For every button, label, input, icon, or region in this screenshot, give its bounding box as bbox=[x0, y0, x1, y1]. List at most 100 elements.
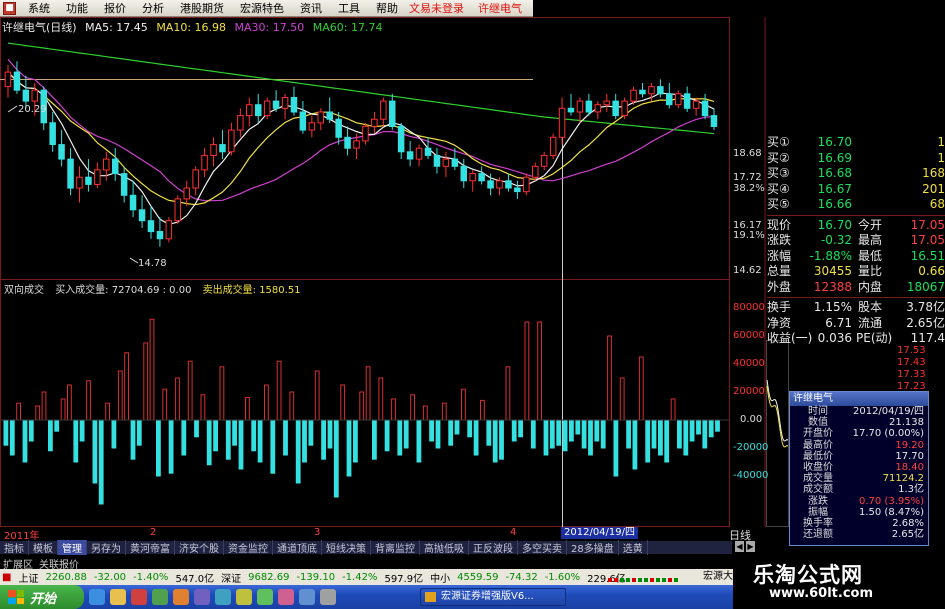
mail-icon[interactable] bbox=[299, 589, 315, 605]
candle-body bbox=[451, 158, 459, 167]
ma30-label: MA30: 17.50 bbox=[234, 21, 305, 34]
player-icon[interactable] bbox=[278, 589, 294, 605]
tool-icon[interactable] bbox=[257, 589, 273, 605]
tab-item[interactable]: 通道顶底 bbox=[273, 540, 322, 555]
candle-body bbox=[246, 104, 253, 117]
menu-item-help[interactable]: 帮助 bbox=[368, 0, 406, 16]
bid-volume: 68 bbox=[929, 197, 945, 211]
popup-key: 收盘价 bbox=[803, 461, 833, 473]
sell-volume-bar bbox=[3, 419, 9, 446]
buy-volume-bar bbox=[524, 321, 530, 421]
candle-body bbox=[120, 173, 128, 196]
popup-key: 涨跌 bbox=[808, 495, 828, 507]
tab-item[interactable]: 选黄 bbox=[619, 540, 648, 555]
scroll-left-icon[interactable]: ◀ bbox=[735, 541, 744, 552]
bid-price: 16.66 bbox=[817, 197, 852, 211]
sell-volume-bar bbox=[206, 419, 212, 466]
network-icon[interactable] bbox=[215, 589, 231, 605]
candle-body bbox=[219, 144, 226, 153]
media-icon[interactable] bbox=[131, 589, 147, 605]
candle-body bbox=[621, 100, 628, 117]
sell-volume-bar bbox=[613, 419, 619, 477]
tab-item[interactable]: 资金监控 bbox=[224, 540, 273, 555]
price-axis-label: 18.68 bbox=[733, 148, 762, 159]
sell-volume-bar bbox=[130, 419, 136, 460]
menu-item-hk-futures[interactable]: 港股期货 bbox=[172, 0, 232, 16]
volume-chart-title: 双向成交 买入成交量: 72704.69 : 0.00 卖出成交量: 1580.… bbox=[4, 281, 309, 296]
buy-volume-bar bbox=[200, 394, 206, 421]
sell-volume-bar bbox=[702, 419, 708, 449]
bid-price: 16.67 bbox=[817, 181, 852, 196]
stat-row: 现价 16.70 今开 17.05 bbox=[767, 218, 945, 234]
app-icon[interactable] bbox=[194, 589, 210, 605]
menu-item-system[interactable]: 系统 bbox=[20, 0, 58, 16]
candle-body bbox=[397, 125, 405, 153]
tab-item[interactable]: 短线决策 bbox=[322, 540, 371, 555]
sell-volume-bar bbox=[683, 419, 689, 456]
settings-icon[interactable] bbox=[320, 589, 336, 605]
taskbar-app-button[interactable]: 宏源证券增强版V6... bbox=[420, 588, 566, 606]
candle-body bbox=[76, 176, 83, 189]
tab-item[interactable]: 指标 bbox=[0, 540, 29, 555]
tab-extension-area[interactable]: 扩展区 bbox=[0, 556, 36, 571]
desktop-icon[interactable] bbox=[152, 589, 168, 605]
tab-item[interactable]: 28多操盘 bbox=[567, 540, 619, 555]
candle-info-popup[interactable]: 许继电气 时间 2012/04/19/四 数值 21.138 开盘价 17.70 (0.0… bbox=[789, 391, 929, 546]
menu-item-analysis[interactable]: 分析 bbox=[134, 0, 172, 16]
messenger-icon[interactable] bbox=[173, 589, 189, 605]
candle-body bbox=[13, 71, 21, 91]
ie-icon[interactable] bbox=[89, 589, 105, 605]
buy-volume-bar bbox=[245, 397, 250, 421]
index-up-icon: ■ bbox=[2, 571, 12, 583]
popup-value: 2012/04/19/四 bbox=[852, 406, 924, 417]
popup-title[interactable]: 许继电气 bbox=[790, 392, 928, 406]
sell-volume-bar bbox=[295, 419, 301, 484]
menu-item-news[interactable]: 资讯 bbox=[292, 0, 330, 16]
stock-name-link[interactable]: 许继电气 bbox=[475, 0, 525, 16]
tab-item[interactable]: 模板 bbox=[29, 540, 58, 555]
popup-key: 成交额 bbox=[803, 484, 833, 496]
menu-item-tools[interactable]: 工具 bbox=[330, 0, 368, 16]
popup-key: 数值 bbox=[808, 417, 828, 429]
tab-item[interactable]: 另存为 bbox=[87, 540, 126, 555]
candle-body bbox=[290, 97, 298, 113]
index-change: -139.10 bbox=[296, 571, 336, 583]
sell-volume-bar bbox=[257, 419, 263, 463]
tab-item[interactable]: 多空买卖 bbox=[518, 540, 567, 555]
start-button[interactable]: 开始 bbox=[0, 585, 84, 609]
tab-item[interactable]: 背离监控 bbox=[371, 540, 420, 555]
notes-icon[interactable] bbox=[236, 589, 252, 605]
sell-volume-bar bbox=[467, 419, 473, 438]
scroll-right-icon[interactable]: ▶ bbox=[746, 541, 755, 552]
candle-body bbox=[460, 165, 467, 182]
tab-item[interactable]: 济安个股 bbox=[175, 540, 224, 555]
sell-volume-bar bbox=[168, 419, 174, 474]
buy-volume-bar bbox=[340, 384, 346, 421]
tab-related-quote[interactable]: 关联报价 bbox=[36, 556, 82, 571]
sell-volume-bar bbox=[321, 419, 327, 460]
index-name[interactable]: 深证 bbox=[221, 570, 241, 585]
menu-item-hongyuan[interactable]: 宏源特色 bbox=[232, 0, 292, 16]
tab-item[interactable]: 高抛低吸 bbox=[420, 540, 469, 555]
popup-row: 换手率 2.68% bbox=[790, 518, 928, 529]
tab-item[interactable]: 管理 bbox=[58, 540, 87, 555]
candle-body bbox=[344, 136, 351, 149]
menu-item-quote[interactable]: 报价 bbox=[96, 0, 134, 16]
tab-item[interactable]: 黄河帝富 bbox=[126, 540, 175, 555]
candle-body bbox=[424, 147, 432, 156]
buy-volume-bar bbox=[276, 360, 282, 421]
tab-item[interactable]: 正反波段 bbox=[469, 540, 518, 555]
popup-key: 时间 bbox=[808, 406, 828, 417]
sell-volume-bar bbox=[397, 419, 403, 456]
candle-body bbox=[67, 158, 74, 189]
index-name[interactable]: 中小 bbox=[430, 570, 450, 585]
menu-item-function[interactable]: 功能 bbox=[58, 0, 96, 16]
watermark-title: 乐淘公式网 bbox=[753, 563, 863, 587]
stat-key: 量比 bbox=[858, 264, 883, 278]
folder-icon[interactable] bbox=[110, 589, 126, 605]
sell-volume-bar bbox=[346, 419, 352, 477]
index-name[interactable]: 上证 bbox=[18, 570, 38, 585]
bid-row: 买⑤ 16.66 68 bbox=[767, 197, 945, 213]
sell-volume-bar bbox=[9, 419, 15, 456]
login-status-link[interactable]: 文易未登录 bbox=[406, 0, 467, 16]
